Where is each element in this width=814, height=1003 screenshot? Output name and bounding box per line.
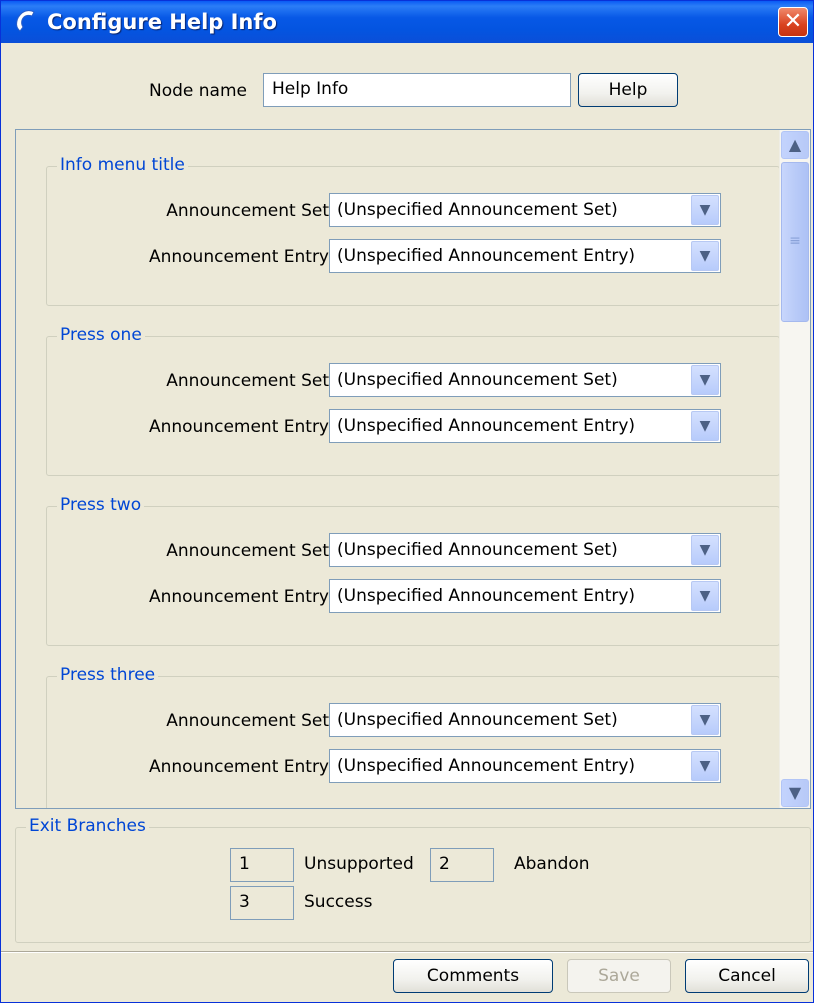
group-title: Info menu title <box>57 155 188 175</box>
footer-separator <box>1 951 813 953</box>
selected-value: (Unspecified Announcement Set) <box>337 200 618 220</box>
announcement-set-label: Announcement Set <box>166 201 329 221</box>
group-press-three: Press three Announcement Set (Unspecifie… <box>46 665 780 808</box>
scrollbar-thumb[interactable]: ≡ <box>781 162 809 322</box>
selected-value: (Unspecified Announcement Entry) <box>337 416 636 436</box>
group-info-menu-title: Info menu title Announcement Set (Unspec… <box>46 155 780 306</box>
node-name-input[interactable]: Help Info <box>263 73 571 107</box>
group-title: Press two <box>57 495 145 515</box>
announcement-entry-select[interactable]: (Unspecified Announcement Entry) ▼ <box>329 239 721 273</box>
chevron-down-icon[interactable]: ▼ <box>691 365 719 395</box>
node-name-label: Node name <box>149 81 247 101</box>
vertical-scrollbar[interactable]: ▲ ≡ ▼ <box>779 130 810 808</box>
branch-number: 2 <box>430 848 494 882</box>
announcement-set-label: Announcement Set <box>166 541 329 561</box>
chevron-down-icon[interactable]: ▼ <box>691 411 719 441</box>
group-press-two: Press two Announcement Set (Unspecified … <box>46 495 780 646</box>
save-button[interactable]: Save <box>567 959 671 993</box>
branch-label: Abandon <box>514 854 590 874</box>
selected-value: (Unspecified Announcement Entry) <box>337 246 636 266</box>
dialog-window: Configure Help Info ✕ Node name Help Inf… <box>0 0 814 1003</box>
announcement-entry-select[interactable]: (Unspecified Announcement Entry) ▼ <box>329 579 721 613</box>
chevron-down-icon[interactable]: ▼ <box>691 535 719 565</box>
chevron-down-icon[interactable]: ▼ <box>691 241 719 271</box>
selected-value: (Unspecified Announcement Entry) <box>337 586 636 606</box>
branch-number: 3 <box>230 886 294 920</box>
branch-label: Unsupported <box>304 854 414 874</box>
announcement-entry-label: Announcement Entry <box>148 247 329 267</box>
chevron-down-icon[interactable]: ▼ <box>691 751 719 781</box>
window-title: Configure Help Info <box>47 10 277 34</box>
title-bar[interactable]: Configure Help Info ✕ <box>1 1 813 43</box>
announcement-entry-label: Announcement Entry <box>148 757 329 777</box>
cancel-button[interactable]: Cancel <box>685 959 809 993</box>
selected-value: (Unspecified Announcement Set) <box>337 370 618 390</box>
close-button[interactable]: ✕ <box>778 7 808 37</box>
group-title: Press one <box>57 325 145 345</box>
announcement-entry-select[interactable]: (Unspecified Announcement Entry) ▼ <box>329 409 721 443</box>
comments-button[interactable]: Comments <box>393 959 553 993</box>
group-title: Press three <box>57 665 159 685</box>
announcement-set-select[interactable]: (Unspecified Announcement Set) ▼ <box>329 533 721 567</box>
announcement-scroll-pane[interactable]: Info menu title Announcement Set (Unspec… <box>15 129 811 809</box>
chevron-down-icon[interactable]: ▼ <box>691 581 719 611</box>
announcement-set-select[interactable]: (Unspecified Announcement Set) ▼ <box>329 703 721 737</box>
phone-handset-icon <box>16 10 35 32</box>
branch-number: 1 <box>230 848 294 882</box>
selected-value: (Unspecified Announcement Set) <box>337 540 618 560</box>
announcement-entry-label: Announcement Entry <box>148 417 329 437</box>
exit-branches-title: Exit Branches <box>26 816 149 836</box>
selected-value: (Unspecified Announcement Entry) <box>337 756 636 776</box>
exit-branches-group: Exit Branches 1 Unsupported 2 Abandon 3 … <box>15 816 811 943</box>
chevron-down-icon[interactable]: ▼ <box>691 705 719 735</box>
scroll-up-icon[interactable]: ▲ <box>781 131 809 159</box>
group-press-one: Press one Announcement Set (Unspecified … <box>46 325 780 476</box>
branch-label: Success <box>304 892 373 912</box>
announcement-set-label: Announcement Set <box>166 371 329 391</box>
help-button[interactable]: Help <box>578 73 678 107</box>
announcement-set-select[interactable]: (Unspecified Announcement Set) ▼ <box>329 363 721 397</box>
node-name-bar: Node name Help Info Help <box>1 73 813 115</box>
announcement-entry-label: Announcement Entry <box>148 587 329 607</box>
announcement-entry-select[interactable]: (Unspecified Announcement Entry) ▼ <box>329 749 721 783</box>
announcement-set-label: Announcement Set <box>166 711 329 731</box>
selected-value: (Unspecified Announcement Set) <box>337 710 618 730</box>
announcement-set-select[interactable]: (Unspecified Announcement Set) ▼ <box>329 193 721 227</box>
scroll-down-icon[interactable]: ▼ <box>781 779 809 807</box>
chevron-down-icon[interactable]: ▼ <box>691 195 719 225</box>
